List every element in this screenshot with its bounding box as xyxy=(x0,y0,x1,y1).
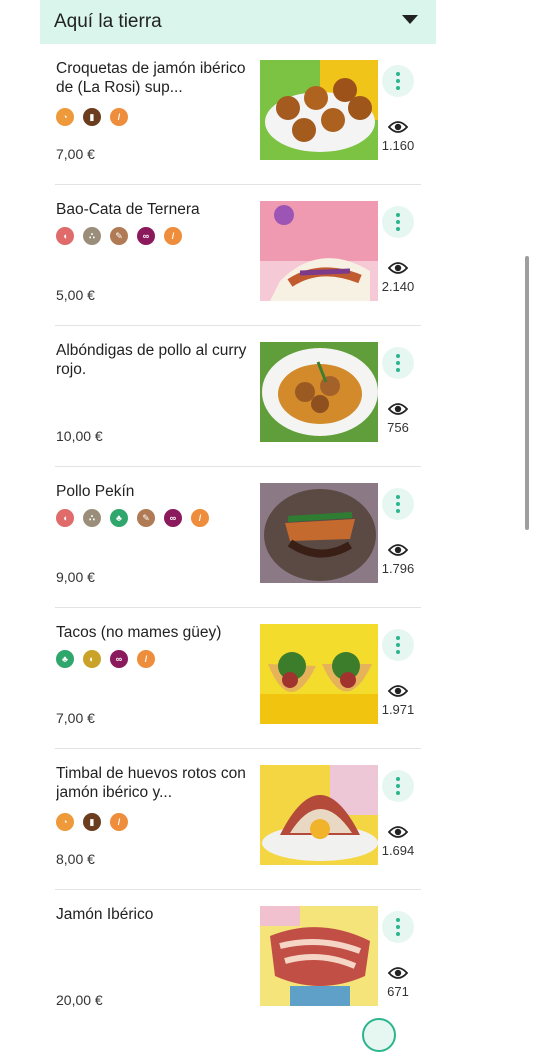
dish-price: 5,00 € xyxy=(56,287,95,303)
peanuts-icon: ∴ xyxy=(83,227,101,245)
sulphites-icon: ∞ xyxy=(137,227,155,245)
gluten-icon: / xyxy=(191,509,209,527)
dish-photo[interactable] xyxy=(260,906,378,1006)
gluten-icon: / xyxy=(110,108,128,126)
section-title: Aquí la tierra xyxy=(54,11,162,32)
celery-icon: ♣ xyxy=(110,509,128,527)
dish-price: 7,00 € xyxy=(56,146,95,162)
allergen-list: ◖ ∴ ♣ ✎ ∞ / xyxy=(56,509,209,527)
eye-icon xyxy=(387,543,409,557)
allergen-list: ◔ ▮ / xyxy=(56,813,128,831)
floating-action-button[interactable] xyxy=(362,1018,396,1052)
more-options-button[interactable] xyxy=(382,629,414,661)
dish-photo[interactable] xyxy=(260,765,378,865)
milk-icon: ▮ xyxy=(83,108,101,126)
allergen-list: ◔ ▮ / xyxy=(56,108,128,126)
shellfish-icon: ◖ xyxy=(56,227,74,245)
dish-item[interactable]: Tacos (no mames güey) ♣ ◐ ∞ / 7,00 € 1.971 xyxy=(55,608,421,749)
dish-photo[interactable] xyxy=(260,201,378,301)
dish-name: Jamón Ibérico xyxy=(56,906,154,923)
dish-price: 20,00 € xyxy=(56,992,103,1008)
celery-icon: ♣ xyxy=(56,650,74,668)
dish-photo[interactable] xyxy=(260,342,378,442)
gluten-icon: / xyxy=(164,227,182,245)
dish-price: 7,00 € xyxy=(56,710,95,726)
dish-photo[interactable] xyxy=(260,483,378,583)
eye-icon xyxy=(387,825,409,839)
dish-name: Timbal de huevos rotos con jamón ibérico… xyxy=(56,765,246,801)
dish-photo[interactable] xyxy=(260,60,378,160)
dish-price: 9,00 € xyxy=(56,569,95,585)
nuts-icon: ✎ xyxy=(110,227,128,245)
view-count: 671 xyxy=(387,984,409,999)
eye-icon xyxy=(387,966,409,980)
nuts-icon: ✎ xyxy=(137,509,155,527)
dish-item[interactable]: Albóndigas de pollo al curry rojo. 10,00 … xyxy=(55,326,421,467)
eye-icon xyxy=(387,261,409,275)
dish-name: Bao-Cata de Ternera xyxy=(56,201,200,218)
view-count: 1.694 xyxy=(381,843,415,858)
sulphites-icon: ∞ xyxy=(164,509,182,527)
allergen-list: ◖ ∴ ✎ ∞ / xyxy=(56,227,182,245)
view-count: 2.140 xyxy=(381,279,415,294)
more-options-button[interactable] xyxy=(382,911,414,943)
dish-list: Croquetas de jamón ibérico de (La Rosi) … xyxy=(55,44,421,1030)
more-options-button[interactable] xyxy=(382,347,414,379)
dish-item[interactable]: Pollo Pekín ◖ ∴ ♣ ✎ ∞ / 9,00 € 1.796 xyxy=(55,467,421,608)
dish-item[interactable]: Bao-Cata de Ternera ◖ ∴ ✎ ∞ / 5,00 € 2.140 xyxy=(55,185,421,326)
dish-price: 10,00 € xyxy=(56,428,103,444)
more-options-button[interactable] xyxy=(382,206,414,238)
dish-name: Croquetas de jamón ibérico de (La Rosi) … xyxy=(56,60,246,96)
more-options-button[interactable] xyxy=(382,65,414,97)
eggs-icon: ◔ xyxy=(56,813,74,831)
sulphites-icon: ∞ xyxy=(110,650,128,668)
milk-icon: ▮ xyxy=(83,813,101,831)
chevron-down-icon[interactable] xyxy=(402,15,418,24)
eye-icon xyxy=(387,120,409,134)
shellfish-icon: ◖ xyxy=(56,509,74,527)
view-count: 756 xyxy=(387,420,409,435)
mustard-icon: ◐ xyxy=(83,650,101,668)
dish-item[interactable]: Jamón Ibérico 20,00 € 671 xyxy=(55,890,421,1030)
dish-price: 8,00 € xyxy=(56,851,95,867)
eye-icon xyxy=(387,402,409,416)
more-options-button[interactable] xyxy=(382,488,414,520)
view-count: 1.796 xyxy=(381,561,415,576)
dish-item[interactable]: Timbal de huevos rotos con jamón ibérico… xyxy=(55,749,421,890)
dish-photo[interactable] xyxy=(260,624,378,724)
dish-name: Pollo Pekín xyxy=(56,483,135,500)
scrollbar[interactable] xyxy=(525,256,529,530)
view-count: 1.971 xyxy=(381,702,415,717)
more-options-button[interactable] xyxy=(382,770,414,802)
dish-name: Albóndigas de pollo al curry rojo. xyxy=(56,342,247,378)
peanuts-icon: ∴ xyxy=(83,509,101,527)
view-count: 1.160 xyxy=(381,138,415,153)
dish-item[interactable]: Croquetas de jamón ibérico de (La Rosi) … xyxy=(55,44,421,185)
dish-name: Tacos (no mames güey) xyxy=(56,624,222,641)
allergen-list: ♣ ◐ ∞ / xyxy=(56,650,155,668)
eggs-icon: ◔ xyxy=(56,108,74,126)
eye-icon xyxy=(387,684,409,698)
gluten-icon: / xyxy=(110,813,128,831)
gluten-icon: / xyxy=(137,650,155,668)
section-header[interactable]: Aquí la tierra xyxy=(40,0,436,44)
